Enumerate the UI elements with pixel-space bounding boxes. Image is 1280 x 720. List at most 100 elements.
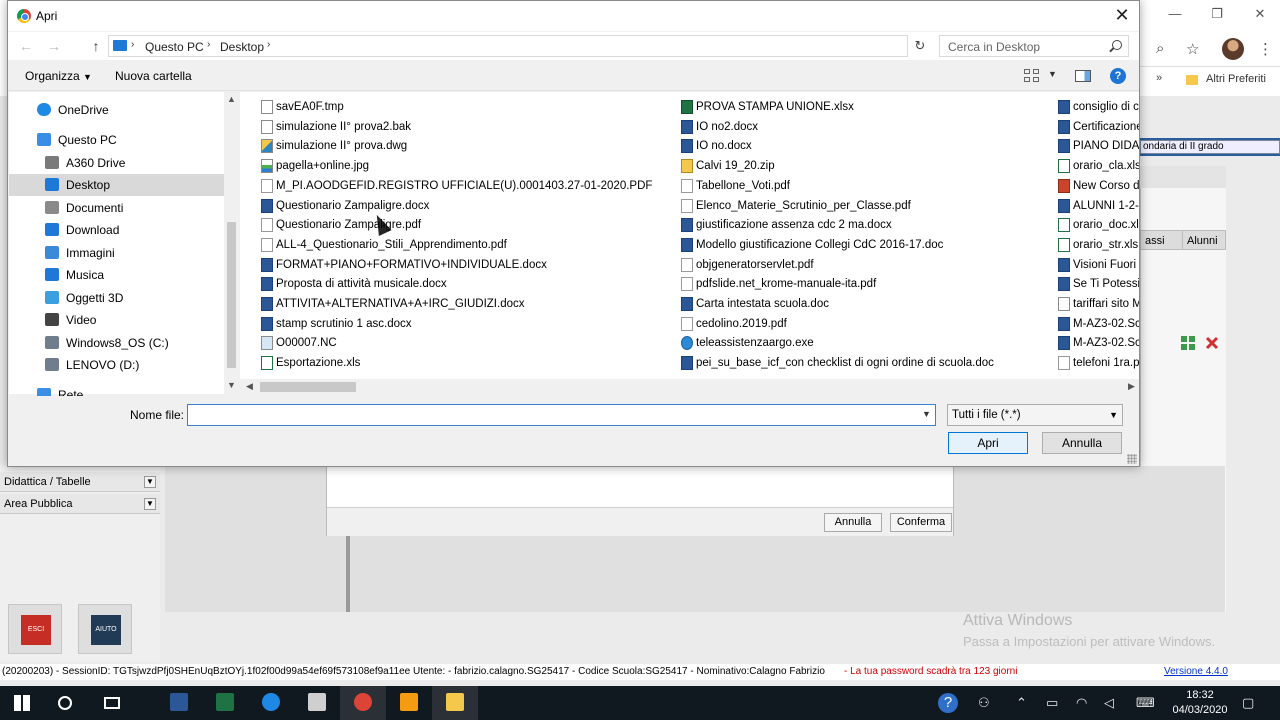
nav-item-lenovo-d[interactable]: LENOVO (D:) xyxy=(9,354,224,376)
tab-classi[interactable]: assi xyxy=(1140,230,1184,250)
edge-app[interactable] xyxy=(248,686,294,720)
cortana-button[interactable] xyxy=(44,686,90,720)
open-file-dialog: Apri ✕ ← → ↑ › Questo PC › Desktop › ⌵ ↻… xyxy=(7,0,1140,467)
scroll-right-icon[interactable]: ▶ xyxy=(1128,381,1135,392)
filetype-select[interactable]: Tutti i file (*.*) ▼ xyxy=(947,404,1123,426)
taskbar-clock[interactable]: 18:32 04/03/2020 xyxy=(1165,688,1235,718)
school-select[interactable]: ondaria di II grado xyxy=(1140,140,1280,154)
cancel-button[interactable]: Annulla xyxy=(1042,432,1122,454)
minimize-icon[interactable]: — xyxy=(1160,6,1190,22)
scroll-left-icon[interactable]: ◀ xyxy=(246,381,253,392)
people-icon[interactable]: ⚇ xyxy=(978,695,990,711)
help-icon[interactable]: ? xyxy=(1110,68,1126,84)
nav-item-desktop[interactable]: Desktop xyxy=(9,174,224,196)
exit-button[interactable]: ESCI xyxy=(8,604,62,654)
store-app[interactable] xyxy=(294,686,340,720)
new-folder-button[interactable]: Nuova cartella xyxy=(115,69,192,83)
resize-grip-icon[interactable] xyxy=(1127,454,1137,464)
nav-item-label: Video xyxy=(66,313,97,327)
side-panel-header xyxy=(1140,166,1226,350)
chevron-down-icon: ▼ xyxy=(1109,410,1118,420)
download-icon xyxy=(45,223,59,236)
help-tray-icon[interactable]: ? xyxy=(938,693,958,713)
file-name: Calvi 19_20.zip xyxy=(696,160,775,173)
close-panel-icon[interactable] xyxy=(1204,335,1220,351)
open-button[interactable]: Apri xyxy=(948,432,1028,454)
zoom-icon[interactable]: ⌕ xyxy=(1156,40,1164,57)
address-bar[interactable]: › Questo PC › Desktop › ⌵ xyxy=(108,35,1001,57)
back-icon[interactable]: ← xyxy=(16,37,36,55)
battery-icon[interactable]: ▭ xyxy=(1046,695,1058,711)
breadcrumb-questo-pc[interactable]: Questo PC xyxy=(145,40,204,54)
xls-file-icon xyxy=(1058,159,1070,174)
nav-item-immagini[interactable]: Immagini xyxy=(9,242,224,264)
edge-app-icon xyxy=(262,693,280,711)
scroll-thumb[interactable] xyxy=(260,382,356,392)
chevron-down-icon[interactable]: ▼ xyxy=(922,409,931,419)
forward-icon[interactable]: → xyxy=(44,37,64,55)
version-link[interactable]: Versione 4.4.0 xyxy=(1164,664,1228,680)
up-icon[interactable]: ↑ xyxy=(86,37,106,55)
chevron-down-icon[interactable]: ▼ xyxy=(1048,69,1057,79)
scroll-down-icon[interactable]: ▼ xyxy=(227,380,236,390)
view-options-icon[interactable] xyxy=(1024,69,1040,83)
word-app[interactable] xyxy=(156,686,202,720)
filename-input[interactable] xyxy=(187,404,936,426)
nav-item-musica[interactable]: Musica xyxy=(9,264,224,286)
scroll-thumb[interactable] xyxy=(227,222,236,368)
nc-file-icon xyxy=(261,336,273,351)
exit-icon: ESCI xyxy=(21,615,51,645)
scroll-up-icon[interactable]: ▲ xyxy=(227,94,236,104)
menu-area-pubblica[interactable]: Area Pubblica ▼ xyxy=(0,494,160,514)
media-app[interactable] xyxy=(386,686,432,720)
chrome-app[interactable] xyxy=(340,686,386,720)
close-window-icon[interactable]: ✕ xyxy=(1245,6,1275,22)
organize-button[interactable]: Organizza ▼ xyxy=(25,69,92,83)
restore-icon[interactable]: ❐ xyxy=(1202,6,1232,22)
bookmark-folder-altri-preferiti[interactable]: Altri Preferiti xyxy=(1206,73,1266,85)
search-input[interactable]: Cerca in Desktop xyxy=(939,35,1129,57)
navigation-scrollbar[interactable]: ▲ ▼ xyxy=(224,92,239,394)
web-modal-confirm-button[interactable]: Conferma xyxy=(890,513,952,532)
nav-item-windows8-os-c[interactable]: Windows8_OS (C:) xyxy=(9,332,224,354)
nav-item-label: Oggetti 3D xyxy=(66,291,124,305)
tab-alunni[interactable]: Alunni xyxy=(1182,230,1226,250)
wifi-icon[interactable]: ◠ xyxy=(1076,695,1087,711)
nav-item-oggetti-3d[interactable]: Oggetti 3D xyxy=(9,287,224,309)
preview-pane-icon[interactable] xyxy=(1075,70,1091,82)
web-modal-cancel-button[interactable]: Annulla xyxy=(824,513,882,532)
bookmarks-overflow-icon[interactable]: » xyxy=(1156,72,1162,84)
show-hidden-icons-icon[interactable]: ⌃ xyxy=(1016,695,1027,711)
start-button[interactable] xyxy=(0,686,46,720)
search-icon[interactable] xyxy=(1112,40,1122,50)
file-name: New Corso di p xyxy=(1073,179,1139,192)
file-name: PIANO DIDATT xyxy=(1073,140,1139,153)
keyboard-icon[interactable]: ⌨ xyxy=(1136,695,1155,711)
nav-item-a360-drive[interactable]: A360 Drive xyxy=(9,152,224,174)
pdf-file-icon xyxy=(681,198,693,213)
volume-icon[interactable]: ◁ xyxy=(1104,695,1114,711)
excel-app[interactable] xyxy=(202,686,248,720)
clock-time: 18:32 xyxy=(1186,689,1214,701)
star-icon[interactable]: ☆ xyxy=(1186,40,1199,58)
help-app-button[interactable]: AIUTO xyxy=(78,604,132,654)
grid-icon[interactable] xyxy=(1180,335,1196,351)
explorer-app[interactable] xyxy=(432,686,478,720)
avatar[interactable] xyxy=(1222,38,1244,60)
breadcrumb-desktop[interactable]: Desktop xyxy=(220,40,264,54)
nav-item-download[interactable]: Download xyxy=(9,219,224,241)
nav-item-onedrive[interactable]: OneDrive xyxy=(9,99,224,121)
notifications-icon[interactable]: ▢ xyxy=(1242,695,1254,711)
nav-item-questo-pc[interactable]: Questo PC xyxy=(9,129,224,151)
refresh-icon[interactable]: ↻ xyxy=(909,35,931,57)
password-warning: - La tua password scadrà tra 123 giorni xyxy=(844,666,1018,677)
nav-item-video[interactable]: Video xyxy=(9,309,224,331)
close-icon[interactable]: ✕ xyxy=(1109,3,1135,29)
nav-item-documenti[interactable]: Documenti xyxy=(9,197,224,219)
excel-file-icon xyxy=(681,100,693,114)
dialog-footer: Nome file: ▼ Tutti i file (*.*) ▼ Apri A… xyxy=(8,396,1139,466)
task-view-button[interactable] xyxy=(90,686,136,720)
file-list-scrollbar[interactable]: ◀ ▶ xyxy=(240,379,1139,395)
menu-didattica-tabelle[interactable]: Didattica / Tabelle ▼ xyxy=(0,472,160,492)
menu-icon[interactable]: ⋮ xyxy=(1258,40,1273,58)
